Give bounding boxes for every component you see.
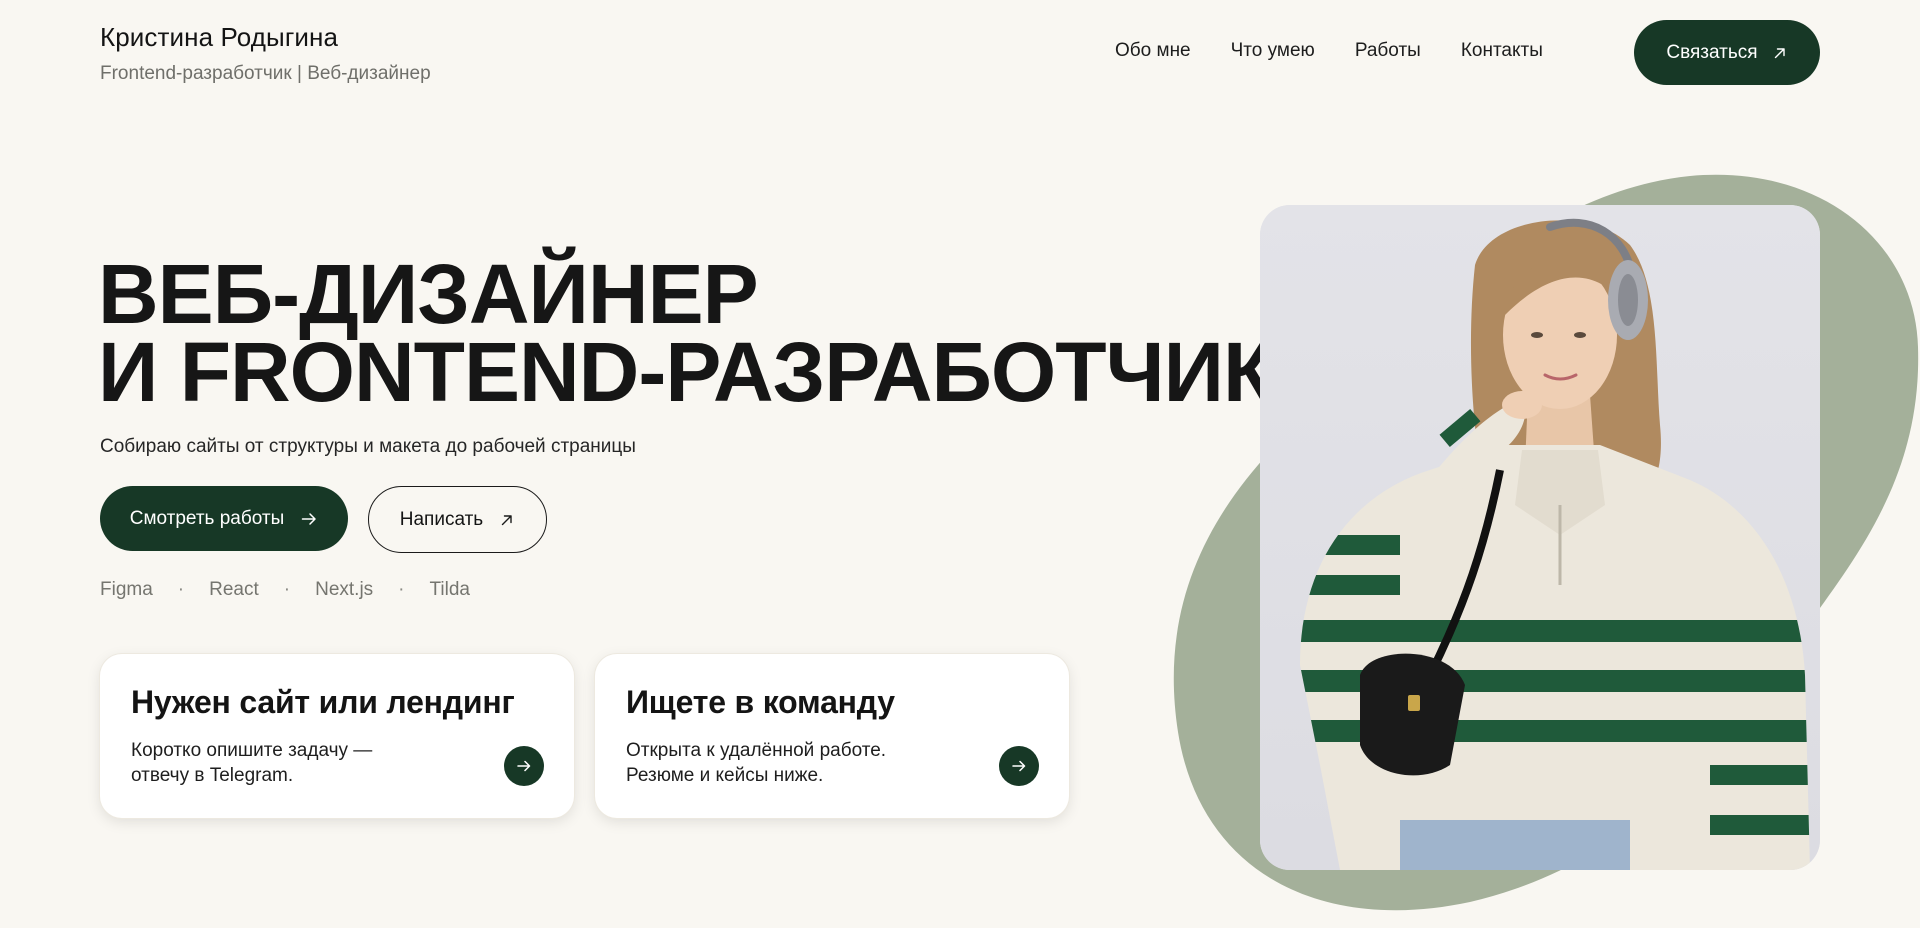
contact-button[interactable]: Связаться [1634,20,1820,85]
card-arrow-button[interactable] [999,746,1039,786]
tool-separator: · [398,579,405,600]
arrow-right-icon [1012,760,1026,772]
arrow-right-icon [302,512,317,525]
brand: Кристина Родыгина Frontend-разработчик |… [100,22,431,85]
tool-figma: Figma [100,579,153,600]
nav-item-contacts[interactable]: Контакты [1461,40,1543,62]
tool-separator: · [177,579,185,600]
arrow-up-right-icon [502,514,512,525]
nav-item-works[interactable]: Работы [1355,40,1421,62]
card-text-line: Открыта к удалённой работе. [626,740,887,761]
hero-title-line-1: ВЕБ-ДИЗАЙНЕР [98,247,759,341]
arrow-up-right-icon [1774,47,1785,58]
card-arrow-button[interactable] [504,746,544,786]
write-button[interactable]: Написать [368,486,547,553]
write-button-label: Написать [399,508,484,530]
hero-title-line-2: И FRONTEND-РАЗРАБОТЧИК [98,325,1274,419]
arrow-right-icon [517,760,531,772]
tool-separator: · [283,579,291,600]
tools-list: Figma · React · Next.js · Tilda [100,579,470,601]
nav-item-skills[interactable]: Что умею [1231,40,1315,62]
portrait-illustration [1260,205,1820,870]
card-title: Ищете в команду [626,684,895,720]
hero-title: ВЕБ-ДИЗАЙНЕР И FRONTEND-РАЗРАБОТЧИК [98,247,1274,419]
card-text-line: Резюме и кейсы ниже. [626,765,824,786]
card-text-line: Коротко опишите задачу — [131,740,373,761]
card-text: Коротко опишите задачу — отвечу в Telegr… [131,738,372,788]
card-website-request[interactable]: Нужен сайт или лендинг Коротко опишите з… [100,654,574,818]
card-text: Открыта к удалённой работе. Резюме и кей… [626,738,886,788]
tool-tilda: Tilda [429,579,470,600]
card-title: Нужен сайт или лендинг [131,684,515,720]
view-works-button[interactable]: Смотреть работы [100,486,348,551]
main-nav: Обо мне Что умею Работы Контакты [1115,40,1543,62]
tool-react: React [209,579,259,600]
view-works-label: Смотреть работы [129,507,285,529]
hero-subtitle: Собираю сайты от структуры и макета до р… [100,436,636,457]
brand-name: Кристина Родыгина [100,22,339,52]
contact-button-label: Связаться [1666,41,1758,63]
card-hiring[interactable]: Ищете в команду Открыта к удалённой рабо… [595,654,1069,818]
tool-nextjs: Next.js [315,579,374,600]
card-text-line: отвечу в Telegram. [131,765,294,786]
nav-item-about[interactable]: Обо мне [1115,40,1191,62]
portrait-photo [1260,205,1820,870]
brand-subtitle: Frontend-разработчик | Веб-дизайнер [100,63,431,84]
